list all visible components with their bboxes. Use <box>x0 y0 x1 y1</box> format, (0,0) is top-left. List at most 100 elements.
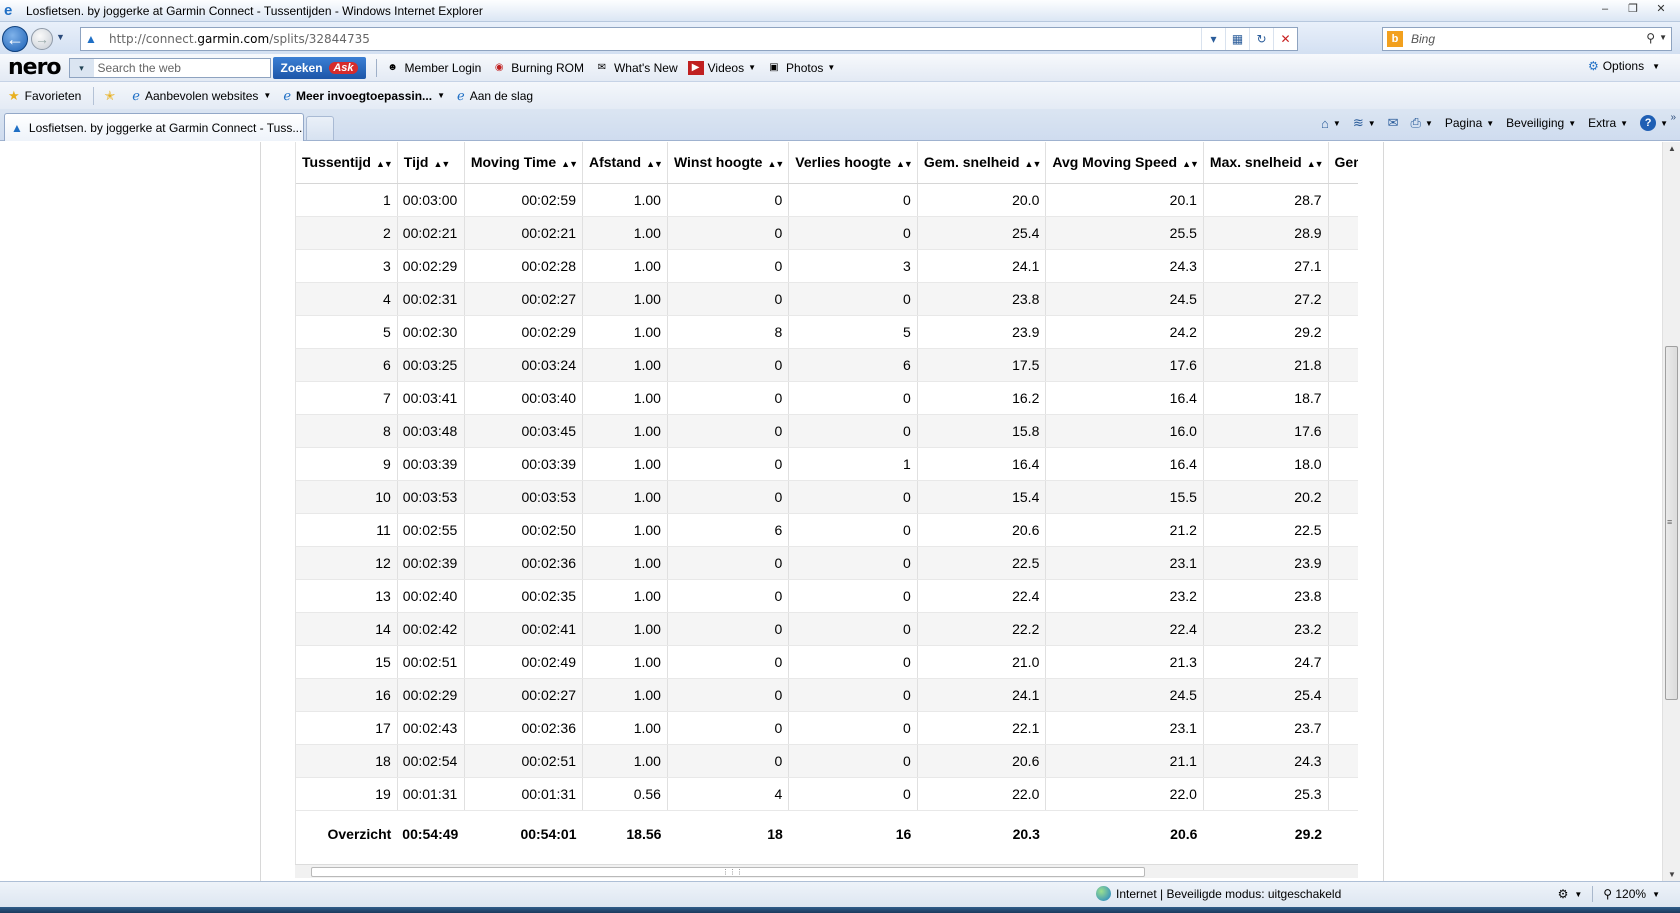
search-options-dropdown-icon[interactable]: ▼ <box>1659 33 1667 42</box>
table-cell: 22.4 <box>1045 612 1204 646</box>
table-cell: 8 <box>667 315 790 349</box>
table-cell: 24.3 <box>1203 744 1329 778</box>
home-button[interactable]: ⌂ ▼ <box>1321 116 1341 131</box>
splits-table: Tussentijd ▲▼ Tijd ▲▼ Moving Time ▲▼ Afstand ▲▼… <box>296 142 1358 854</box>
table-row: 8 00:03:48 00:03:45 1.00 0 0 15.8 16.0 17.6 <box>296 414 1358 448</box>
chevron-down-icon[interactable]: ▼ <box>1574 890 1582 899</box>
ie-page-icon: ℯ <box>283 87 292 103</box>
nero-search-input[interactable]: ▾ Search the web <box>68 57 271 78</box>
search-icon[interactable]: ⚲ <box>1646 31 1655 45</box>
photos-menu[interactable]: ▣ Photos ▼ <box>766 61 835 75</box>
popup-blocker-icon[interactable]: ⚙ <box>1558 887 1569 901</box>
table-cell: 1.00 <box>582 513 668 547</box>
more-commands-chevron-icon[interactable]: » <box>1670 112 1676 123</box>
back-button[interactable]: ← <box>2 26 28 52</box>
address-input[interactable]: ▲ http://connect.garmin.com/splits/32844… <box>80 27 1298 51</box>
favorite-meer-invoegtoepassingen[interactable]: ℯ Meer invoegtoepassin... ▼ <box>283 88 445 104</box>
address-dropdown-icon[interactable]: ▾ <box>1201 28 1225 50</box>
table-cell-empty <box>1328 744 1358 778</box>
column-header[interactable]: Afstand ▲▼ <box>582 142 668 184</box>
tab-active[interactable]: ▲ Losfietsen. by joggerke at Garmin Conn… <box>4 113 304 141</box>
forward-button[interactable]: → <box>31 28 53 50</box>
read-mail-button[interactable]: ✉ <box>1388 115 1399 131</box>
table-cell: 18 <box>296 744 398 778</box>
table-cell: 00:02:30 <box>397 315 465 349</box>
summary-cell: 00:54:49 <box>397 810 465 854</box>
status-right: ⚙ ▼ ⚲ 120% ▼ <box>1558 886 1660 902</box>
table-cell-empty <box>1328 480 1358 514</box>
horizontal-scrollbar[interactable]: ⋮⋮⋮ <box>295 864 1358 878</box>
table-cell: 0 <box>667 282 790 316</box>
options-menu[interactable]: ⚙ Options ▼ <box>1588 59 1660 73</box>
minimize-button[interactable]: ‒ <box>1592 1 1618 19</box>
column-header-label: Tussentijd <box>302 154 371 171</box>
column-header-label: Max. snelheid <box>1209 154 1302 171</box>
column-header[interactable]: Tussentijd ▲▼ <box>296 142 398 184</box>
url-text[interactable]: http://connect.garmin.com/splits/3284473… <box>109 32 370 46</box>
table-cell-empty <box>1328 612 1358 646</box>
table-cell: 21.1 <box>1045 744 1204 778</box>
table-cell: 17.6 <box>1203 414 1329 448</box>
sort-icon: ▲▼ <box>646 159 663 170</box>
news-icon: ✉ <box>597 61 607 73</box>
help-menu[interactable]: ? ▼ <box>1640 115 1668 131</box>
table-cell: 22.5 <box>917 546 1047 580</box>
member-login-button[interactable]: ☻ Member Login <box>385 61 481 75</box>
table-cell: 0 <box>667 546 790 580</box>
recent-pages-dropdown-icon[interactable]: ▼ <box>56 32 65 42</box>
table-cell: 00:03:39 <box>397 447 465 481</box>
safety-menu[interactable]: Beveiliging ▼ <box>1506 116 1576 130</box>
chevron-down-icon[interactable]: ▼ <box>1652 890 1660 899</box>
new-tab-button[interactable] <box>306 116 334 140</box>
nero-toolbar: nero ▾ Search the web Zoeken Ask ☻ Membe… <box>0 54 1680 82</box>
table-row: 4 00:02:31 00:02:27 1.00 0 0 23.8 24.5 27.2 <box>296 282 1358 316</box>
favorite-aan-de-slag[interactable]: ℯ Aan de slag <box>457 88 533 104</box>
table-header-row: Tussentijd ▲▼ Tijd ▲▼ Moving Time ▲▼ Afstand ▲▼… <box>296 142 1358 184</box>
scroll-down-icon[interactable]: ▼ <box>1668 870 1676 879</box>
table-cell: 4 <box>296 282 398 316</box>
scroll-up-icon[interactable]: ▲ <box>1668 144 1676 153</box>
maximize-button[interactable]: ❐ <box>1620 1 1646 19</box>
nero-logo: nero <box>8 55 62 80</box>
column-header[interactable]: Gem <box>1328 142 1358 184</box>
favorite-aanbevolen-websites[interactable]: ℯ Aanbevolen websites ▼ <box>132 88 271 104</box>
favorites-button[interactable]: ★ Favorieten <box>8 88 81 104</box>
page-menu[interactable]: Pagina ▼ <box>1445 116 1494 130</box>
chevron-down-icon: ▼ <box>1332 118 1341 128</box>
add-to-favorites-bar-button[interactable]: ✭ <box>104 88 120 104</box>
column-header[interactable]: Max. snelheid ▲▼ <box>1203 142 1329 184</box>
table-cell: 20.1 <box>1045 183 1204 217</box>
zoeken-button[interactable]: Zoeken Ask <box>272 56 366 79</box>
table-cell: 00:03:45 <box>464 414 583 448</box>
zoom-control[interactable]: ⚲ 120% <box>1603 887 1646 901</box>
vertical-scrollbar[interactable]: ▲ ≡ ▼ <box>1662 142 1680 881</box>
print-button[interactable]: ⎙ ▼ <box>1411 115 1433 131</box>
whats-new-button[interactable]: ✉ What's New <box>594 61 678 75</box>
burning-rom-button[interactable]: ◉ Burning ROM <box>491 61 584 75</box>
column-header[interactable]: Tijd ▲▼ <box>397 142 465 184</box>
horizontal-scrollbar-thumb[interactable]: ⋮⋮⋮ <box>311 867 1145 877</box>
tools-menu[interactable]: Extra ▼ <box>1588 116 1628 130</box>
search-engine-selector-icon[interactable]: ▾ <box>69 58 94 77</box>
security-zone[interactable]: Internet | Beveiligde modus: uitgeschake… <box>1096 886 1341 901</box>
stop-icon[interactable]: ✕ <box>1273 28 1297 50</box>
add-favorite-icon: ✭ <box>104 87 116 103</box>
column-header[interactable]: Moving Time ▲▼ <box>464 142 583 184</box>
vertical-scrollbar-thumb[interactable]: ≡ <box>1665 346 1678 700</box>
refresh-icon[interactable]: ↻ <box>1249 28 1273 50</box>
compatibility-view-icon[interactable]: ▦ <box>1225 28 1249 50</box>
table-cell: 1.00 <box>582 414 668 448</box>
column-header[interactable]: Winst hoogte ▲▼ <box>667 142 790 184</box>
column-header-label: Moving Time <box>470 154 557 171</box>
column-header[interactable]: Gem. snelheid ▲▼ <box>917 142 1047 184</box>
table-cell: 00:02:51 <box>397 645 465 679</box>
table-cell: 00:03:41 <box>397 381 465 415</box>
videos-menu[interactable]: ▶ Videos ▼ <box>687 60 756 75</box>
close-button[interactable]: ✕ <box>1648 1 1674 19</box>
table-cell: 28.7 <box>1203 183 1329 217</box>
bing-search-input[interactable]: b Bing ⚲ ▼ <box>1382 27 1672 51</box>
column-header[interactable]: Verlies hoogte ▲▼ <box>788 142 918 184</box>
column-header[interactable]: Avg Moving Speed ▲▼ <box>1045 142 1204 184</box>
table-cell: 00:02:28 <box>464 249 583 283</box>
feeds-button[interactable]: ≋ ▼ <box>1353 115 1376 131</box>
